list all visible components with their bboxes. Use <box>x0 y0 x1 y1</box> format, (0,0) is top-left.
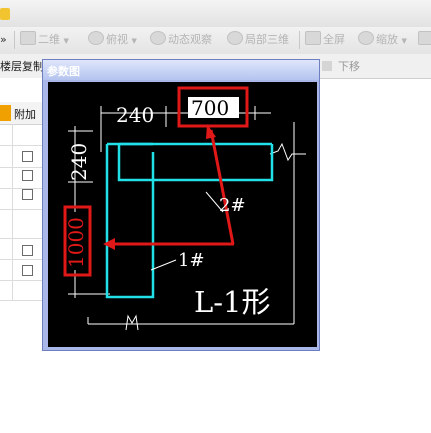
chevron-down-icon: ▼ <box>401 37 407 45</box>
move-down-button[interactable]: 下移 <box>322 59 360 75</box>
dim-top-input-text[interactable]: 700 <box>191 96 229 120</box>
row-checkbox[interactable] <box>22 170 33 181</box>
rebar-shapes <box>105 142 274 299</box>
arrow-to-700 <box>209 129 235 245</box>
fullscreen-icon <box>305 31 321 45</box>
shape-type-label: L-1形 <box>194 285 271 319</box>
component-table: 附加 <box>0 78 44 433</box>
break-mark-bottom <box>125 314 139 331</box>
top-view-button[interactable]: 俯视 ▼ <box>88 31 137 49</box>
overflow-chevron-button[interactable]: » <box>0 31 12 49</box>
zoom-icon <box>358 31 374 45</box>
rebar-2-label: 2# <box>219 195 246 216</box>
top-toolbar <box>0 0 431 28</box>
local-3d-button[interactable]: 局部三维 <box>227 31 289 49</box>
dim-left-top-text: 240 <box>67 143 91 181</box>
table-header: 附加 <box>0 102 44 125</box>
local-3d-icon <box>227 31 243 45</box>
rebar-2-shape <box>117 144 274 182</box>
arrow-head-1000 <box>103 238 115 250</box>
break-mark-right <box>269 142 306 162</box>
rebar-1-shape <box>105 144 155 299</box>
top-view-icon <box>88 31 104 45</box>
row-checkbox[interactable] <box>22 151 33 162</box>
parameter-figure-dialog: 参数图 240 700 240 1000 2# 1# L-1形 <box>42 59 320 351</box>
view-2d-icon <box>20 31 36 45</box>
dialog-title-bar[interactable]: 参数图 <box>43 60 319 80</box>
pan-button[interactable]: 平 <box>418 31 431 49</box>
rebar-1-label: 1# <box>178 250 205 271</box>
chevron-down-icon: ▼ <box>131 37 137 45</box>
fullscreen-button[interactable]: 全屏 <box>305 31 345 49</box>
row-checkbox[interactable] <box>22 245 33 256</box>
app-icon <box>0 8 10 20</box>
pan-icon <box>418 31 431 45</box>
leader-1 <box>150 259 177 271</box>
view-2d-button[interactable]: 二维 ▼ <box>20 31 69 49</box>
dim-top-left-text: 240 <box>116 103 154 127</box>
row-marker <box>0 105 11 121</box>
dynamic-orbit-button[interactable]: 动态观察 <box>150 31 212 49</box>
row-checkbox[interactable] <box>22 189 33 200</box>
zoom-button[interactable]: 缩放 ▼ <box>358 31 407 49</box>
arrow-down-icon <box>322 61 332 71</box>
row-checkbox[interactable] <box>22 265 33 276</box>
rebar-diagram: 240 700 240 1000 2# 1# L-1形 <box>63 86 306 331</box>
dialog-title: 参数图 <box>47 65 80 78</box>
column-divider <box>12 124 13 300</box>
dim-left-input-text[interactable]: 1000 <box>64 217 88 268</box>
floor-copy-button[interactable]: 楼层复制 <box>0 59 44 75</box>
orbit-icon <box>150 31 166 45</box>
parameter-canvas: 240 700 240 1000 2# 1# L-1形 <box>48 82 317 347</box>
column-header-extra: 附加 <box>14 108 36 121</box>
chevron-down-icon: ▼ <box>63 37 69 45</box>
